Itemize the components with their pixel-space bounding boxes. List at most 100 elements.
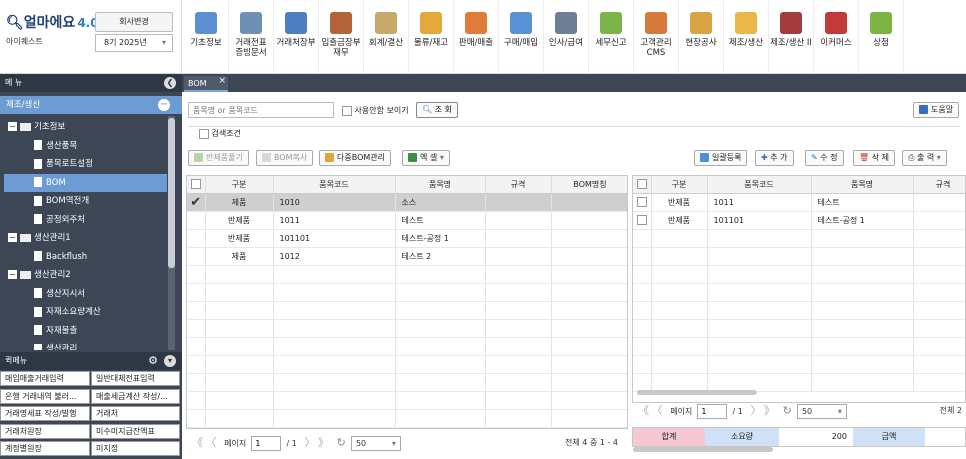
row-select-cell[interactable]: ✔ — [187, 193, 206, 212]
top-menu-item[interactable]: 고객관리 CMS — [634, 0, 679, 74]
first-page-icon[interactable]: 《 — [638, 404, 649, 417]
quick-menu-button[interactable]: 매입매출거래입력 — [0, 371, 90, 386]
row-select-cell[interactable] — [187, 283, 206, 302]
row-select-cell[interactable] — [633, 247, 652, 266]
top-menu-item[interactable]: 제조/생산 — [724, 0, 769, 74]
show-unused-checkbox[interactable] — [342, 105, 352, 116]
row-select-cell[interactable] — [187, 211, 206, 230]
quick-menu-button[interactable]: 일반대체전표입력 — [91, 371, 180, 386]
check-icon[interactable]: ✔ — [190, 195, 201, 210]
top-menu-item[interactable]: 거래처장부 — [274, 0, 319, 74]
row-select-cell[interactable] — [187, 391, 206, 410]
quick-menu-button[interactable]: 매출세금계산 작성/... — [91, 388, 180, 404]
row-select-cell[interactable] — [633, 283, 652, 302]
row-select-cell[interactable] — [633, 373, 652, 392]
sidebar-item[interactable]: Backflush — [4, 248, 87, 266]
row-select-cell[interactable] — [633, 229, 652, 248]
quick-menu-button[interactable]: 미지정 — [91, 441, 180, 456]
row-checkbox[interactable] — [636, 197, 647, 207]
sidebar-item[interactable]: 자재소요량계산 — [4, 303, 101, 321]
row-select-cell[interactable] — [187, 247, 206, 266]
quick-menu-button[interactable]: 거래처원장 — [0, 423, 90, 439]
excel-button[interactable]: 엑 셀 ▾ — [402, 150, 450, 166]
col-header[interactable]: 규격 — [485, 176, 552, 194]
horizontal-scrollbar[interactable] — [633, 447, 773, 452]
top-menu-item[interactable]: 제조/생산 II — [769, 0, 814, 74]
period-select[interactable]: 8기 2025년 ▾ — [95, 34, 173, 52]
top-menu-item[interactable]: 세무신고 — [589, 0, 634, 74]
select-all-cell[interactable] — [187, 176, 206, 194]
sidebar-item[interactable]: 생산관리 — [4, 340, 77, 350]
row-select-cell[interactable] — [187, 409, 206, 428]
help-button[interactable]: 도움말 — [913, 102, 960, 118]
row-select-cell[interactable] — [633, 301, 652, 320]
select-all-checkbox[interactable] — [190, 179, 201, 190]
select-all-checkbox[interactable] — [636, 179, 647, 190]
col-header[interactable]: 품목명 — [395, 176, 486, 194]
table-row[interactable]: 반제품 101101 테스트-공정 1 — [187, 229, 627, 248]
table-row[interactable]: 반제품 1011 테스트 — [633, 193, 965, 212]
sidebar-folder[interactable]: − 기초정보 — [8, 118, 65, 136]
sidebar-item[interactable]: 품목로트설정 — [4, 155, 93, 173]
show-unused-option[interactable]: 사용안함 보이기 — [342, 105, 409, 116]
col-header[interactable]: 구분 — [205, 176, 274, 194]
prev-page-icon[interactable]: 〈 — [206, 436, 217, 449]
table-row[interactable]: 반제품 1011 테스트 — [187, 211, 627, 230]
top-menu-item[interactable]: 인사/급여 — [544, 0, 589, 74]
chevron-down-icon[interactable]: ▾ — [164, 355, 176, 367]
next-page-icon[interactable]: 〉 — [750, 404, 761, 417]
quick-menu-button[interactable]: 미수미지급잔액표 — [91, 423, 180, 439]
top-menu-item[interactable]: 기초정보 — [184, 0, 229, 74]
quick-menu-button[interactable]: 은행 거래내역 불러... — [0, 388, 90, 404]
sidebar-item[interactable]: BOM — [4, 173, 167, 192]
app-logo[interactable]: 🔍︎얼마에요 4.0 — [6, 12, 99, 32]
collapse-icon[interactable]: − — [8, 233, 17, 242]
row-select-cell[interactable] — [633, 355, 652, 374]
row-select-cell[interactable] — [633, 265, 652, 284]
page-size-select[interactable]: 50 ▾ — [350, 436, 401, 451]
top-menu-item[interactable]: 상점 — [859, 0, 904, 74]
change-company-button[interactable]: 회사변경 — [95, 12, 173, 32]
row-select-cell[interactable] — [633, 337, 652, 356]
search-condition-toggle[interactable]: 검색조건 — [196, 128, 244, 139]
next-page-icon[interactable]: 〉 — [304, 436, 315, 449]
multi-bom-button[interactable]: 다중BOM관리 — [319, 150, 391, 166]
sidebar-section-title[interactable]: 제조/생산 − — [0, 96, 182, 114]
top-menu-item[interactable]: 구매/매입 — [499, 0, 544, 74]
table-row[interactable]: 반제품 101101 테스트-공정 1 — [633, 211, 965, 230]
row-select-cell[interactable] — [187, 337, 206, 356]
top-menu-item[interactable]: 거래전표 증빙문서 — [229, 0, 274, 74]
page-input[interactable] — [251, 436, 282, 451]
sidebar-item[interactable]: BOM역전개 — [4, 192, 89, 210]
quick-menu-button[interactable]: 거래명세표 작성/발행 — [0, 406, 90, 421]
first-page-icon[interactable]: 《 — [192, 436, 203, 449]
tab-bom[interactable]: BOM × — [184, 76, 228, 92]
add-button[interactable]: ✚ 추 가 — [755, 150, 794, 166]
row-select-cell[interactable] — [187, 319, 206, 338]
row-checkbox[interactable] — [636, 215, 647, 225]
col-header[interactable]: 규격 — [913, 176, 965, 194]
col-header[interactable]: 구분 — [651, 176, 708, 194]
col-header[interactable]: 품목코드 — [273, 176, 396, 194]
top-menu-item[interactable]: 회계/결산 — [364, 0, 409, 74]
page-size-select[interactable]: 50 ▾ — [796, 404, 847, 419]
select-all-cell[interactable] — [633, 176, 652, 194]
row-select-cell[interactable] — [187, 229, 206, 248]
scroll-thumb[interactable] — [168, 118, 175, 268]
row-select-cell[interactable] — [187, 355, 206, 374]
search-button[interactable]: 🔍︎ 조 회 — [416, 102, 458, 118]
search-condition-checkbox[interactable] — [199, 128, 209, 139]
minus-icon[interactable]: − — [158, 99, 170, 111]
col-header[interactable]: 품목명 — [811, 176, 914, 194]
refresh-icon[interactable]: ↻ — [337, 436, 346, 449]
bom-copy-button[interactable]: BOM복사 — [256, 150, 314, 166]
sidebar-item[interactable]: 생산품목 — [4, 137, 77, 155]
collapse-icon[interactable]: − — [8, 122, 17, 131]
page-input[interactable] — [697, 404, 728, 419]
sidebar-item[interactable]: 생산지시서 — [4, 285, 85, 303]
sidebar-scrollbar[interactable] — [168, 116, 175, 350]
sidebar-item[interactable]: 자재불출 — [4, 322, 77, 340]
refresh-icon[interactable]: ↻ — [783, 404, 792, 417]
top-menu-item[interactable]: 이커머스 — [814, 0, 859, 74]
horizontal-scrollbar[interactable] — [637, 390, 757, 395]
